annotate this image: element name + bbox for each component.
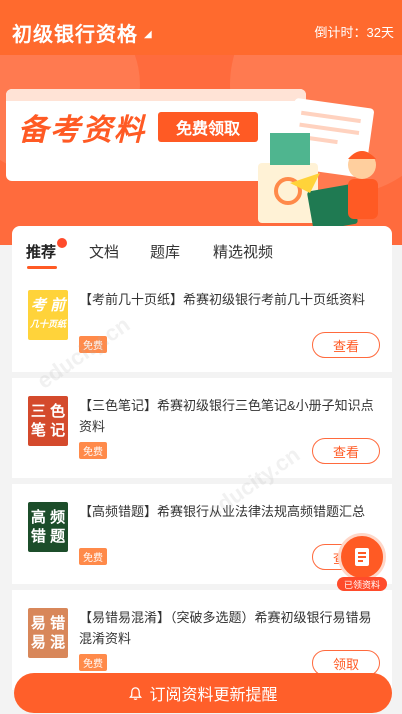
list-item[interactable]: 三 色 笔 记 【三色笔记】希赛初级银行三色笔记&小册子知识点资料 免费 查看	[12, 378, 392, 484]
countdown-text: 倒计时：32天	[314, 25, 394, 40]
banner-headline: 备考资料	[18, 113, 146, 148]
exam-selector[interactable]: 初级银行资格 ◢	[12, 18, 153, 47]
item-title: 【易错易混淆】（突破多选题）希赛初级银行易错易混淆资料	[79, 610, 372, 646]
top-bar: 初级银行资格 ◢ 倒计时：32天	[0, 0, 402, 55]
view-button[interactable]: 查看	[312, 438, 380, 464]
subscribe-button[interactable]: 订阅资料更新提醒	[14, 673, 392, 713]
cover-thumbnail: 考 前 几十页纸	[28, 290, 68, 340]
category-tabs: 推荐 文档 题库 精选视频	[12, 226, 392, 272]
active-tab-indicator	[27, 266, 57, 269]
tab-recommend[interactable]: 推荐	[26, 238, 68, 269]
subscribe-label: 订阅资料更新提醒	[149, 687, 278, 704]
tab-question-bank[interactable]: 题库	[150, 241, 180, 262]
claimed-materials-button[interactable]: 已领资料	[334, 533, 390, 591]
caret-down-icon: ◢	[144, 29, 153, 40]
promo-banner[interactable]: 备考资料 免费领取	[0, 55, 402, 245]
cover-line-1: 易 错	[30, 615, 66, 632]
cover-line-2: 笔 记	[30, 422, 66, 439]
cover-line-2: 几十页纸	[29, 319, 66, 329]
cover-line-2: 错 题	[30, 528, 66, 545]
hot-dot-icon	[57, 238, 68, 248]
cover-line-2: 易 混	[30, 634, 66, 651]
banner-free-tag: 免费领取	[158, 112, 258, 142]
list-item[interactable]: 考 前 几十页纸 【考前几十页纸】希赛初级银行考前几十页纸资料 免费 查看	[12, 272, 392, 378]
tab-videos[interactable]: 精选视频	[213, 241, 273, 262]
bell-icon	[128, 686, 143, 701]
free-badge: 免费	[79, 336, 107, 353]
cover-line-1: 考 前	[30, 297, 66, 314]
view-button[interactable]: 查看	[312, 332, 380, 358]
cover-thumbnail: 易 错 易 混	[28, 608, 68, 658]
item-title: 【高频错题】希赛银行从业法律法规高频错题汇总	[79, 504, 366, 519]
item-title: 【考前几十页纸】希赛初级银行考前几十页纸资料	[79, 292, 366, 307]
material-list: 考 前 几十页纸 【考前几十页纸】希赛初级银行考前几十页纸资料 免费 查看 三 …	[12, 272, 392, 696]
exam-title: 初级银行资格	[12, 24, 138, 46]
claimed-materials-icon	[338, 533, 386, 581]
tab-recommend-label: 推荐	[26, 244, 57, 261]
cover-thumbnail: 高 频 错 题	[28, 502, 68, 552]
study-illustration-icon	[258, 98, 378, 231]
cover-line-1: 高 频	[30, 509, 66, 526]
tab-documents[interactable]: 文档	[89, 241, 119, 262]
claimed-materials-label: 已领资料	[337, 577, 387, 591]
free-badge: 免费	[79, 548, 107, 565]
free-badge: 免费	[79, 442, 107, 459]
cover-thumbnail: 三 色 笔 记	[28, 396, 68, 446]
cover-line-1: 三 色	[30, 403, 66, 420]
item-title: 【三色笔记】希赛初级银行三色笔记&小册子知识点资料	[79, 398, 374, 434]
free-badge: 免费	[79, 654, 107, 671]
